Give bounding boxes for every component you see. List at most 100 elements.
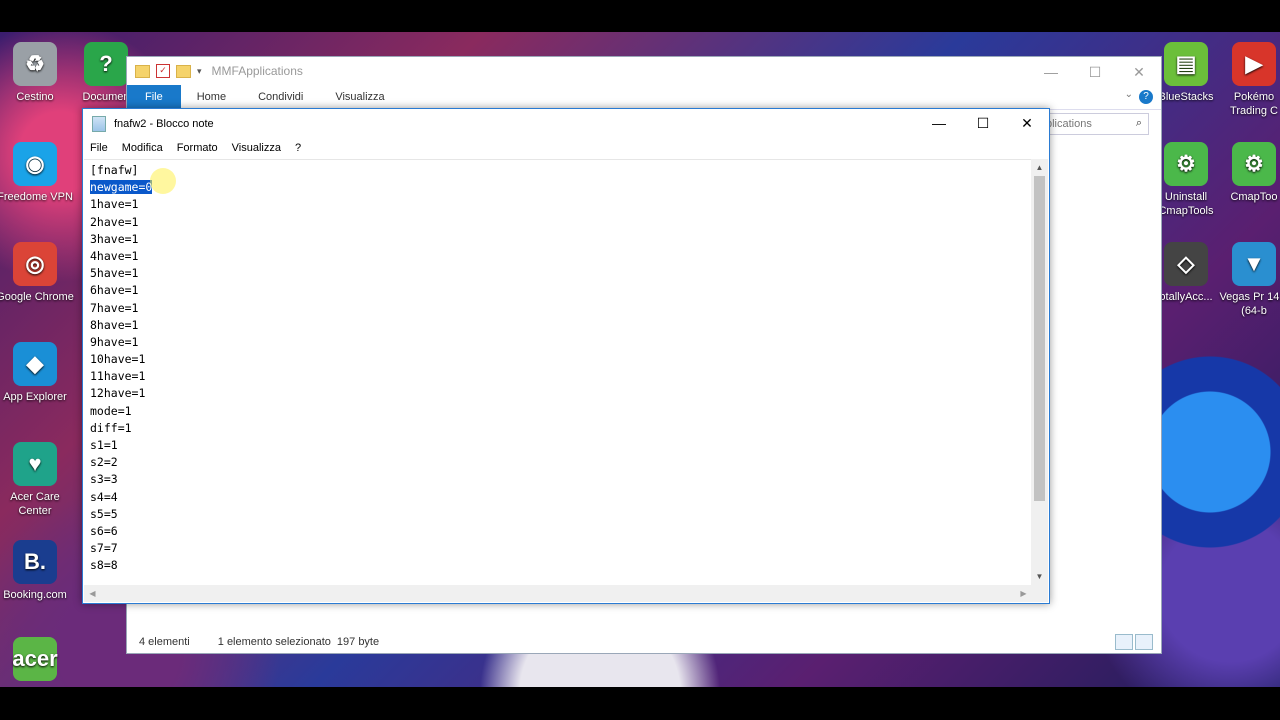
bottom-black-bar bbox=[0, 687, 1280, 720]
details-view-icon[interactable] bbox=[1115, 634, 1133, 650]
text-line: 12have=1 bbox=[90, 386, 146, 401]
vegas-pro-icon: ▼ bbox=[1232, 242, 1276, 286]
search-icon[interactable]: ⌕ bbox=[1136, 117, 1142, 130]
text-line: 1have=1 bbox=[90, 197, 139, 212]
tab-visualizza[interactable]: Visualizza bbox=[319, 85, 400, 109]
tab-home[interactable]: Home bbox=[181, 85, 242, 109]
scroll-thumb[interactable] bbox=[1034, 176, 1045, 501]
scroll-down-icon[interactable]: ▼ bbox=[1031, 568, 1048, 585]
wifi-shield-icon: ◉ bbox=[13, 142, 57, 186]
desktop-shortcut[interactable]: B. Booking.com bbox=[0, 540, 75, 602]
cmaptools-icon: ⚙ bbox=[1232, 142, 1276, 186]
search-text: plications bbox=[1046, 118, 1092, 130]
text-line: s8=8 bbox=[90, 558, 118, 573]
shortcut-label: Acer Care Center bbox=[10, 491, 60, 517]
text-line: [fnafw] bbox=[90, 163, 139, 177]
text-line: 7have=1 bbox=[90, 300, 139, 315]
text-content: [fnafw] newgame=0 1have=1 2have=1 3have=1 4ha… bbox=[84, 160, 1032, 575]
desktop-shortcut[interactable]: ◆ App Explorer bbox=[0, 342, 75, 404]
explorer-ribbon-tabs: File Home Condividi Visualizza bbox=[127, 85, 1161, 110]
ribbon-expand-icon[interactable]: ⌄ bbox=[1125, 89, 1133, 100]
booking-icon: B. bbox=[13, 540, 57, 584]
desktop-shortcut[interactable]: ⚙ CmapToo bbox=[1214, 142, 1280, 204]
cmaptools-uninstall-icon: ⚙ bbox=[1164, 142, 1208, 186]
text-line: s7=7 bbox=[90, 541, 118, 556]
item-count: 4 elementi bbox=[139, 636, 190, 648]
scroll-left-icon[interactable]: ◀ bbox=[84, 585, 101, 602]
notepad-window: fnafw2 - Blocco note — ☐ ✕ File Modifica… bbox=[82, 108, 1050, 604]
scroll-right-icon[interactable]: ▶ bbox=[1015, 585, 1032, 602]
acer-bag-icon: acer bbox=[12, 637, 58, 681]
pokemon-tcg-icon: ▶ bbox=[1232, 42, 1276, 86]
quick-access-toolbar: ✓ ▾ bbox=[135, 64, 202, 78]
horizontal-scrollbar[interactable]: ◀ ▶ bbox=[84, 585, 1032, 602]
menu-formato[interactable]: Formato bbox=[170, 142, 225, 154]
scroll-corner bbox=[1031, 585, 1048, 602]
shortcut-label: Cestino bbox=[16, 91, 54, 103]
notepad-title-bar: fnafw2 - Blocco note — ☐ ✕ bbox=[83, 109, 1049, 138]
chrome-icon: ◎ bbox=[13, 242, 57, 286]
desktop-shortcut[interactable]: ▶ Pokémo Trading C bbox=[1214, 42, 1280, 118]
shortcut-label: Vegas Pr 14.0 (64-b bbox=[1219, 291, 1280, 317]
maximize-icon[interactable]: ☐ bbox=[961, 109, 1005, 137]
menu-file[interactable]: File bbox=[83, 142, 115, 154]
minimize-icon[interactable]: — bbox=[917, 109, 961, 137]
properties-icon[interactable]: ✓ bbox=[156, 64, 170, 78]
explorer-window-controls: — ☐ ✕ bbox=[1029, 61, 1161, 83]
explorer-title-bar: ✓ ▾ MMFApplications — ☐ ✕ bbox=[127, 57, 1161, 85]
vertical-scrollbar[interactable]: ▲ ▼ bbox=[1031, 159, 1048, 585]
desktop-shortcut[interactable]: acer bbox=[0, 637, 75, 685]
shortcut-label: App Explorer bbox=[3, 391, 67, 403]
text-line: 8have=1 bbox=[90, 317, 139, 332]
shortcut-label: Booking.com bbox=[3, 589, 67, 601]
text-line: s2=2 bbox=[90, 455, 118, 470]
menu-modifica[interactable]: Modifica bbox=[115, 142, 170, 154]
text-line: 9have=1 bbox=[90, 334, 139, 349]
text-line: s1=1 bbox=[90, 438, 118, 452]
explorer-search-input[interactable]: plications ⌕ bbox=[1039, 113, 1149, 135]
mouse-cursor-highlight bbox=[150, 168, 176, 194]
desktop-shortcut[interactable]: ▼ Vegas Pr 14.0 (64-b bbox=[1214, 242, 1280, 318]
shortcut-label: Freedome VPN bbox=[0, 191, 73, 203]
text-line: 11have=1 bbox=[90, 369, 146, 384]
minimize-icon[interactable]: — bbox=[1029, 61, 1073, 83]
explorer-title: MMFApplications bbox=[211, 64, 303, 78]
shortcut-label: Pokémo Trading C bbox=[1230, 91, 1278, 117]
shortcut-label: CmapToo bbox=[1230, 191, 1278, 203]
view-mode-buttons bbox=[1115, 634, 1153, 650]
text-line: mode=1 bbox=[90, 403, 132, 418]
text-line: diff=1 bbox=[90, 420, 132, 435]
notepad-text-area[interactable]: [fnafw] newgame=0 1have=1 2have=1 3have=1 4ha… bbox=[84, 159, 1032, 586]
large-icons-view-icon[interactable] bbox=[1135, 634, 1153, 650]
notepad-menu-bar: File Modifica Formato Visualizza ? bbox=[83, 138, 1049, 158]
unity-icon: ◇ bbox=[1164, 242, 1208, 286]
menu-help[interactable]: ? bbox=[288, 142, 308, 154]
text-line: 2have=1 bbox=[90, 214, 139, 229]
new-folder-icon[interactable] bbox=[176, 64, 191, 78]
shortcut-label: Google Chrome bbox=[0, 291, 74, 303]
close-icon[interactable]: ✕ bbox=[1005, 109, 1049, 137]
desktop-shortcut[interactable]: ◎ Google Chrome bbox=[0, 242, 75, 304]
text-line: 10have=1 bbox=[90, 352, 146, 367]
scroll-up-icon[interactable]: ▲ bbox=[1031, 159, 1048, 176]
desktop-shortcut[interactable]: ◉ Freedome VPN bbox=[0, 142, 75, 204]
maximize-icon[interactable]: ☐ bbox=[1073, 61, 1117, 83]
selection-size: 197 byte bbox=[336, 636, 380, 648]
close-icon[interactable]: ✕ bbox=[1117, 61, 1161, 83]
customize-dropdown-icon[interactable]: ▾ bbox=[197, 66, 202, 77]
desktop-shortcut[interactable]: ♻ Cestino bbox=[0, 42, 75, 104]
explorer-status-bar: 4 elementi 1 elemento selezionato 197 by… bbox=[127, 631, 1161, 653]
acer-care-icon: ♥ bbox=[13, 442, 57, 486]
help-icon[interactable]: ? bbox=[1139, 90, 1153, 104]
text-line: 3have=1 bbox=[90, 231, 139, 246]
text-line: 5have=1 bbox=[90, 266, 139, 281]
text-line: newgame=0 bbox=[90, 180, 153, 195]
tab-file[interactable]: File bbox=[127, 85, 181, 109]
help-document-icon: ? bbox=[84, 42, 128, 86]
notepad-icon bbox=[92, 115, 106, 132]
notepad-window-controls: — ☐ ✕ bbox=[917, 109, 1049, 137]
desktop-shortcut[interactable]: ♥ Acer Care Center bbox=[0, 442, 75, 518]
menu-visualizza[interactable]: Visualizza bbox=[225, 142, 288, 154]
notepad-title: fnafw2 - Blocco note bbox=[114, 117, 214, 130]
tab-condividi[interactable]: Condividi bbox=[242, 85, 319, 109]
